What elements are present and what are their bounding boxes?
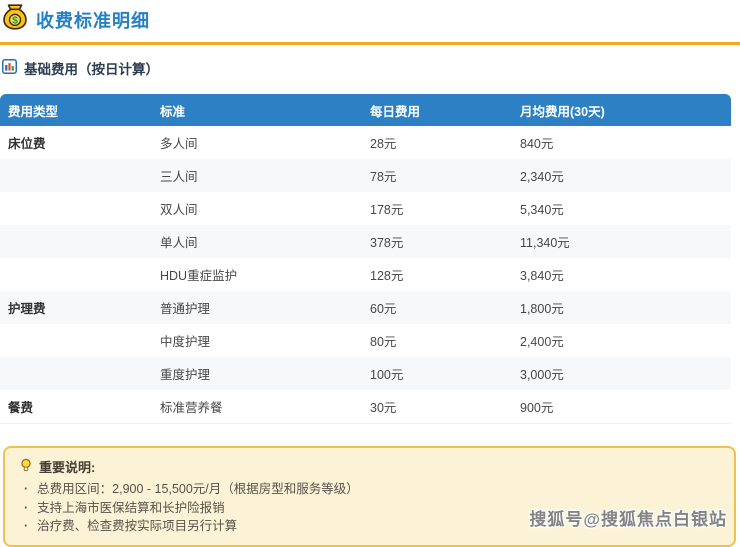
cell-category: 餐费	[0, 390, 152, 424]
table-row: 餐费 标准营养餐 30元 900元	[0, 390, 731, 424]
cell-category: 护理费	[0, 291, 152, 324]
cell-monthly: 840元	[512, 126, 731, 159]
cell-category	[0, 159, 152, 192]
fee-table: 费用类型 标准 每日费用 月均费用(30天) 床位费 多人间 28元 840元 …	[0, 94, 731, 424]
cell-category: 床位费	[0, 126, 152, 159]
table-header-row: 费用类型 标准 每日费用 月均费用(30天)	[0, 94, 731, 126]
column-header-daily: 每日费用	[362, 94, 512, 126]
cell-monthly: 900元	[512, 390, 731, 424]
cell-category	[0, 225, 152, 258]
cell-standard: 重度护理	[152, 357, 362, 390]
cell-standard: 标准营养餐	[152, 390, 362, 424]
table-row: HDU重症监护 128元 3,840元	[0, 258, 731, 291]
cell-monthly: 2,340元	[512, 159, 731, 192]
cell-standard: 双人间	[152, 192, 362, 225]
page-header: $ 收费标准明细	[0, 0, 740, 45]
section-title: 基础费用（按日计算）	[24, 58, 159, 78]
table-row: 单人间 378元 11,340元	[0, 225, 731, 258]
cell-monthly: 5,340元	[512, 192, 731, 225]
column-header-category: 费用类型	[0, 94, 152, 126]
cell-daily: 60元	[362, 291, 512, 324]
cell-standard: 多人间	[152, 126, 362, 159]
note-title-row: 重要说明:	[19, 457, 720, 476]
cell-daily: 100元	[362, 357, 512, 390]
table-row: 重度护理 100元 3,000元	[0, 357, 731, 390]
cell-daily: 128元	[362, 258, 512, 291]
cell-daily: 378元	[362, 225, 512, 258]
cell-daily: 28元	[362, 126, 512, 159]
column-header-monthly: 月均费用(30天)	[512, 94, 731, 126]
table-row: 护理费 普通护理 60元 1,800元	[0, 291, 731, 324]
table-row: 双人间 178元 5,340元	[0, 192, 731, 225]
page-title: 收费标准明细	[36, 7, 150, 33]
cell-standard: 中度护理	[152, 324, 362, 357]
cell-category	[0, 357, 152, 390]
cell-daily: 80元	[362, 324, 512, 357]
section-header: 基础费用（按日计算）	[2, 58, 740, 78]
cell-standard: 三人间	[152, 159, 362, 192]
svg-text:$: $	[12, 15, 18, 27]
cell-daily: 30元	[362, 390, 512, 424]
cell-category	[0, 192, 152, 225]
cell-monthly: 2,400元	[512, 324, 731, 357]
cell-daily: 78元	[362, 159, 512, 192]
cell-monthly: 1,800元	[512, 291, 731, 324]
note-item: 总费用区间：2,900 - 15,500元/月（根据房型和服务等级）	[19, 480, 720, 499]
cell-standard: HDU重症监护	[152, 258, 362, 291]
money-bag-icon: $	[2, 4, 28, 35]
watermark: 搜狐号@搜狐焦点白银站	[529, 505, 727, 530]
column-header-standard: 标准	[152, 94, 362, 126]
cell-daily: 178元	[362, 192, 512, 225]
cell-category	[0, 258, 152, 291]
bar-chart-icon	[2, 59, 17, 77]
table-row: 三人间 78元 2,340元	[0, 159, 731, 192]
table-row: 床位费 多人间 28元 840元	[0, 126, 731, 159]
cell-category	[0, 324, 152, 357]
important-notes-box: 重要说明: 总费用区间：2,900 - 15,500元/月（根据房型和服务等级）…	[3, 446, 736, 547]
note-title: 重要说明:	[39, 457, 95, 476]
lightbulb-icon	[19, 458, 33, 476]
cell-standard: 普通护理	[152, 291, 362, 324]
cell-standard: 单人间	[152, 225, 362, 258]
cell-monthly: 11,340元	[512, 225, 731, 258]
cell-monthly: 3,840元	[512, 258, 731, 291]
table-row: 中度护理 80元 2,400元	[0, 324, 731, 357]
cell-monthly: 3,000元	[512, 357, 731, 390]
